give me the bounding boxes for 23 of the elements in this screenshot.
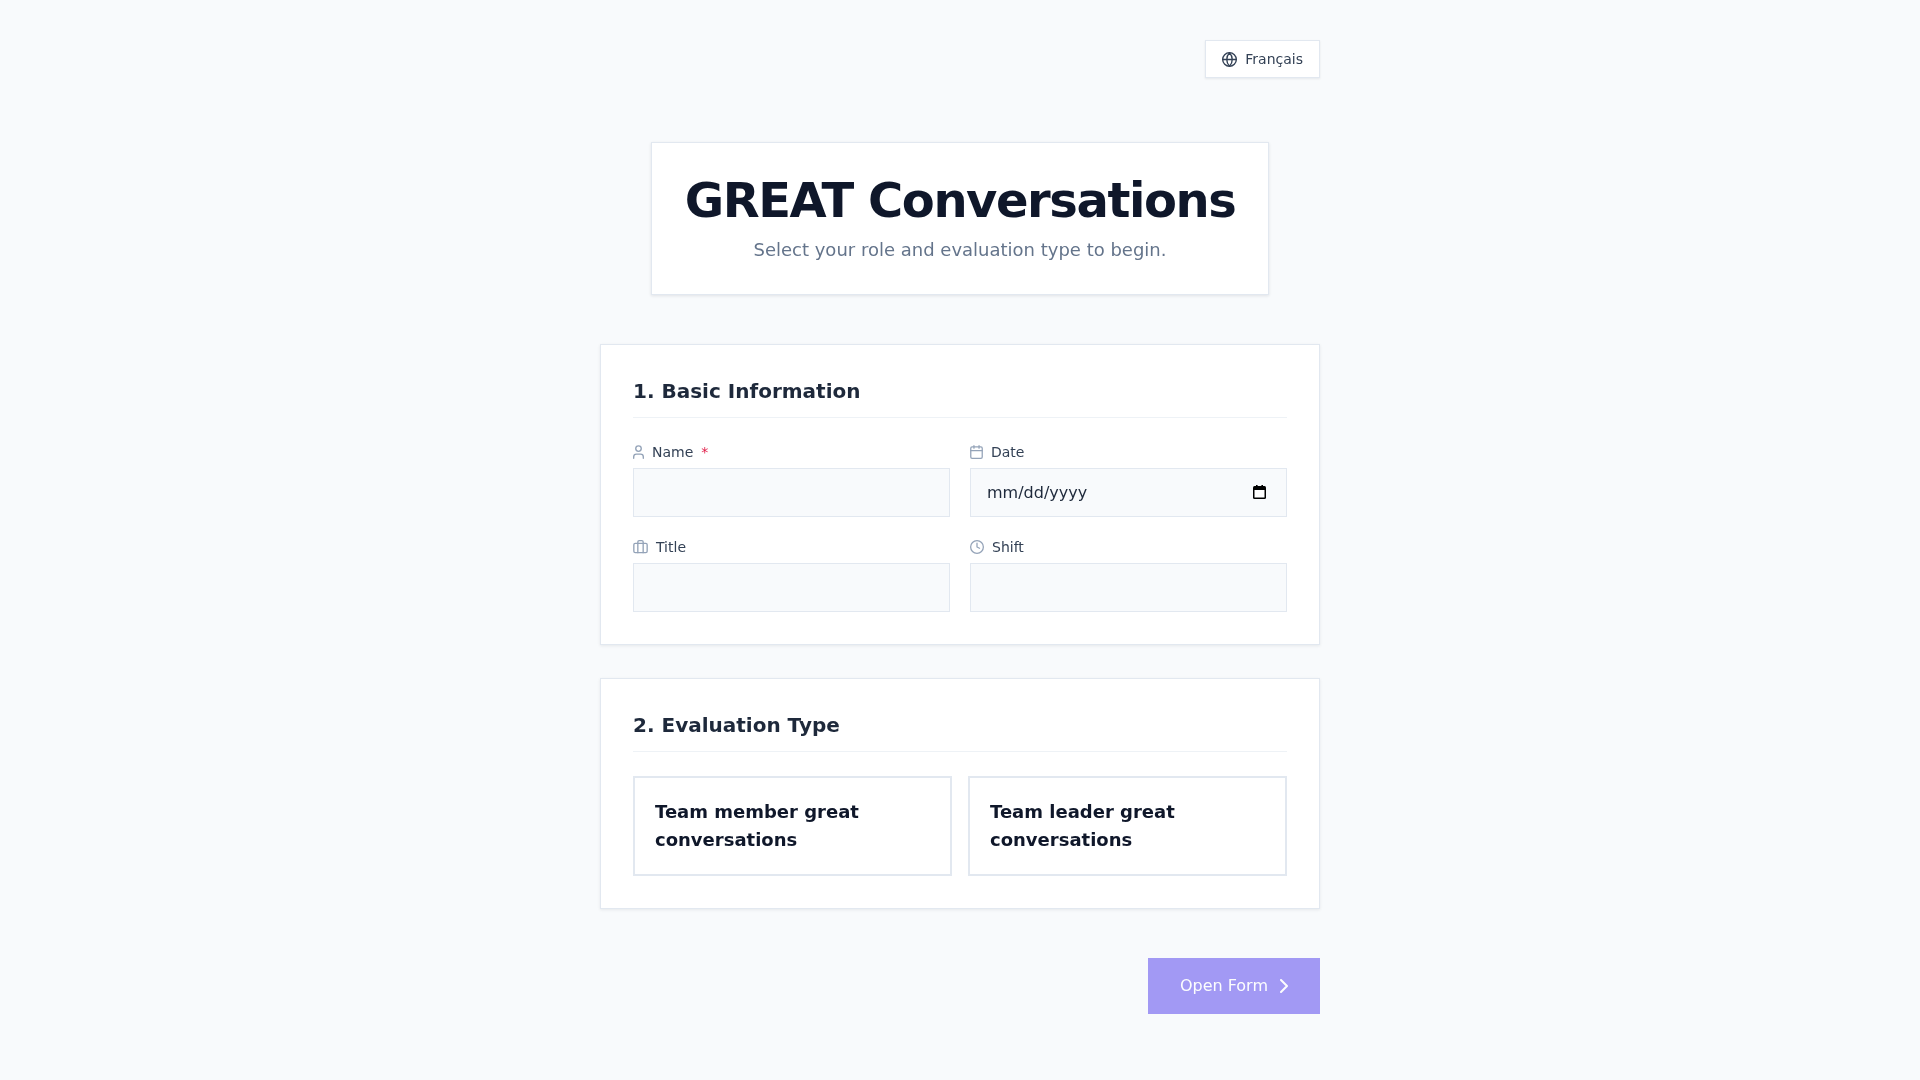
evaluation-option[interactable]: Team leader great conversations bbox=[968, 775, 1287, 876]
section-heading: 1. Basic Information bbox=[633, 377, 862, 405]
globe-icon bbox=[1222, 51, 1238, 67]
field-label: Name bbox=[652, 442, 694, 462]
calendar-icon bbox=[970, 444, 983, 459]
input-field[interactable] bbox=[970, 562, 1287, 612]
input-field[interactable] bbox=[633, 467, 950, 517]
person-icon bbox=[633, 444, 644, 459]
date-field[interactable]: mm/dd/yyyy bbox=[970, 467, 1287, 517]
field-label: Shift bbox=[992, 537, 1024, 557]
chevron-right-icon bbox=[1280, 978, 1288, 993]
clock-icon bbox=[970, 539, 984, 554]
input-field[interactable] bbox=[633, 562, 950, 612]
field-label: Date bbox=[991, 442, 1025, 462]
briefcase-icon bbox=[633, 539, 648, 554]
field-label: Title bbox=[656, 537, 686, 557]
page-title: GREAT Conversations bbox=[684, 172, 1236, 230]
evaluation-option[interactable]: Team member great conversations bbox=[633, 775, 952, 876]
page-subtitle: Select your role and evaluation type to begin. bbox=[752, 237, 1168, 262]
language-button[interactable]: Français bbox=[1205, 40, 1320, 78]
section-heading: 2. Evaluation Type bbox=[633, 711, 841, 739]
calendar-icon[interactable] bbox=[1253, 485, 1266, 500]
required-marker: * bbox=[701, 442, 709, 462]
